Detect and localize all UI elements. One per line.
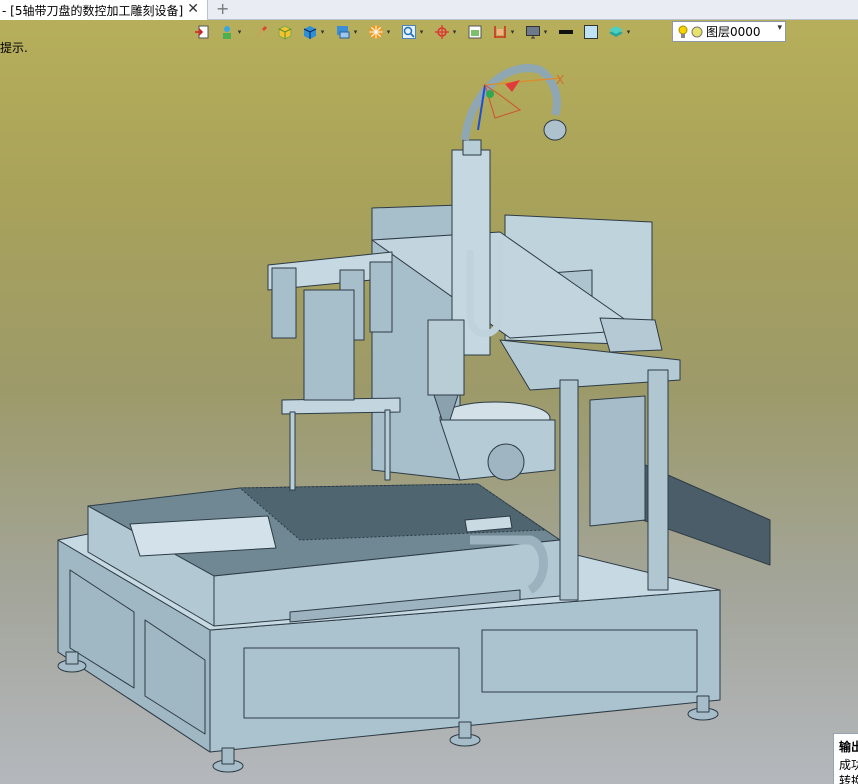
chevron-down-icon[interactable]: ▾ (418, 27, 425, 37)
plane-button[interactable] (582, 22, 600, 42)
sketch-icon (468, 25, 482, 39)
view-toolbar: ▾ ▾ ▾ ▾ ▾ ▾ ▾ ▾ ▾ (193, 21, 633, 43)
chevron-down-icon[interactable]: ▾ (451, 27, 458, 37)
color-wheel-icon (369, 25, 383, 39)
axis-button[interactable]: ▾ (433, 22, 459, 42)
brush-icon (255, 26, 267, 38)
layer-name: 图层0000 (706, 25, 761, 39)
display-button[interactable]: ▾ (524, 22, 550, 42)
chevron-down-icon[interactable]: ▾ (542, 27, 549, 37)
add-tab-icon[interactable]: + (216, 0, 229, 18)
cube-button[interactable] (276, 22, 294, 42)
svg-text:X: X (556, 73, 564, 87)
display-icon (526, 26, 540, 39)
zoom-icon (402, 25, 416, 39)
output-panel: 输出 成功 转换 (833, 733, 858, 784)
align-icon (494, 26, 506, 38)
brush-button[interactable] (251, 22, 269, 42)
close-icon[interactable]: ✕ (187, 1, 199, 17)
axis-icon (435, 25, 449, 39)
color-wheel-button[interactable]: ▾ (367, 22, 393, 42)
line-button[interactable] (557, 22, 575, 42)
chevron-down-icon[interactable]: ▾ (509, 27, 516, 37)
chevron-down-icon[interactable]: ▾ (319, 27, 326, 37)
view-icon (337, 26, 350, 39)
tab-strip: - [5轴带刀盘的数控加工雕刻设备] ✕ + (0, 0, 858, 20)
layer-stack-button[interactable]: ▾ (607, 22, 633, 42)
output-line: 成功 (839, 758, 858, 772)
chevron-down-icon[interactable]: ▾ (236, 27, 243, 37)
line-icon (559, 30, 573, 34)
3d-viewport[interactable]: X (0, 44, 858, 784)
zoom-button[interactable]: ▾ (400, 22, 426, 42)
document-tab-title: - [5轴带刀盘的数控加工雕刻设备] (2, 3, 184, 18)
lightbulb-icon (678, 25, 688, 38)
chevron-down-icon[interactable]: ▾ (385, 27, 392, 37)
cnc-machine-model (57, 64, 771, 773)
chevron-down-icon[interactable]: ▾ (352, 27, 359, 37)
view-button[interactable]: ▾ (334, 22, 360, 42)
render-icon (223, 26, 231, 39)
solid-icon (303, 26, 317, 39)
chevron-down-icon[interactable]: ▾ (625, 27, 632, 37)
export-icon (195, 25, 209, 39)
chevron-down-icon[interactable]: ▾ (777, 23, 782, 33)
document-tab[interactable]: - [5轴带刀盘的数控加工雕刻设备] ✕ (0, 0, 208, 20)
align-button[interactable]: ▾ (491, 22, 517, 42)
output-line: 转换 (839, 774, 858, 784)
plane-icon (584, 25, 598, 39)
output-panel-title: 输出 (839, 740, 858, 754)
render-button[interactable]: ▾ (218, 22, 244, 42)
layer-stack-icon (609, 26, 623, 37)
layer-color-icon (691, 26, 703, 37)
cube-icon (278, 25, 292, 40)
sketch-button[interactable] (466, 22, 484, 42)
export-button[interactable] (193, 22, 211, 42)
solid-button[interactable]: ▾ (301, 22, 327, 42)
layer-dropdown[interactable]: 图层0000 ▾ (672, 21, 786, 42)
